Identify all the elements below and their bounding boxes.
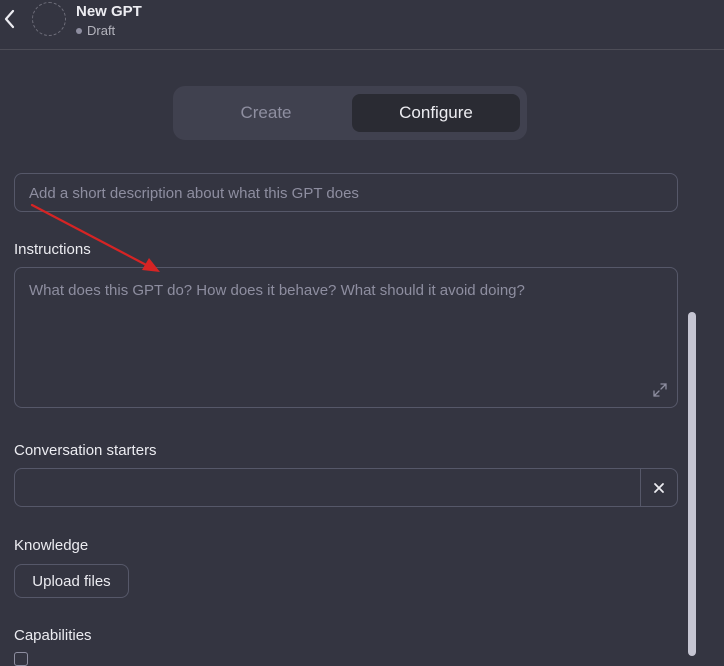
status-dot-icon [76, 27, 82, 34]
instructions-textarea[interactable]: What does this GPT do? How does it behav… [14, 267, 678, 408]
knowledge-label: Knowledge [14, 537, 89, 554]
header-bar: New GPT Draft [0, 0, 724, 50]
gpt-title: New GPT [76, 3, 142, 20]
expand-icon[interactable] [653, 383, 667, 397]
instructions-placeholder: What does this GPT do? How does it behav… [29, 282, 525, 299]
description-placeholder: Add a short description about what this … [29, 185, 359, 202]
gpt-avatar-placeholder[interactable] [32, 2, 66, 36]
chevron-left-icon [4, 9, 15, 29]
draft-status: Draft [76, 23, 115, 38]
tab-configure[interactable]: Configure [352, 94, 520, 132]
close-icon [654, 482, 664, 493]
conversation-starters-label: Conversation starters [14, 442, 157, 459]
status-label: Draft [87, 23, 116, 38]
instructions-label: Instructions [14, 241, 91, 258]
capability-checkbox[interactable] [14, 652, 28, 666]
description-input[interactable]: Add a short description about what this … [14, 173, 678, 212]
capabilities-label: Capabilities [14, 627, 92, 644]
tab-create[interactable]: Create [181, 94, 351, 132]
back-button[interactable] [2, 8, 18, 30]
conversation-starter-input[interactable] [14, 468, 678, 507]
mode-tabs: Create Configure [173, 86, 527, 140]
clear-starter-button[interactable] [640, 469, 677, 506]
scrollbar[interactable] [688, 312, 696, 656]
upload-files-button[interactable]: Upload files [14, 564, 129, 598]
